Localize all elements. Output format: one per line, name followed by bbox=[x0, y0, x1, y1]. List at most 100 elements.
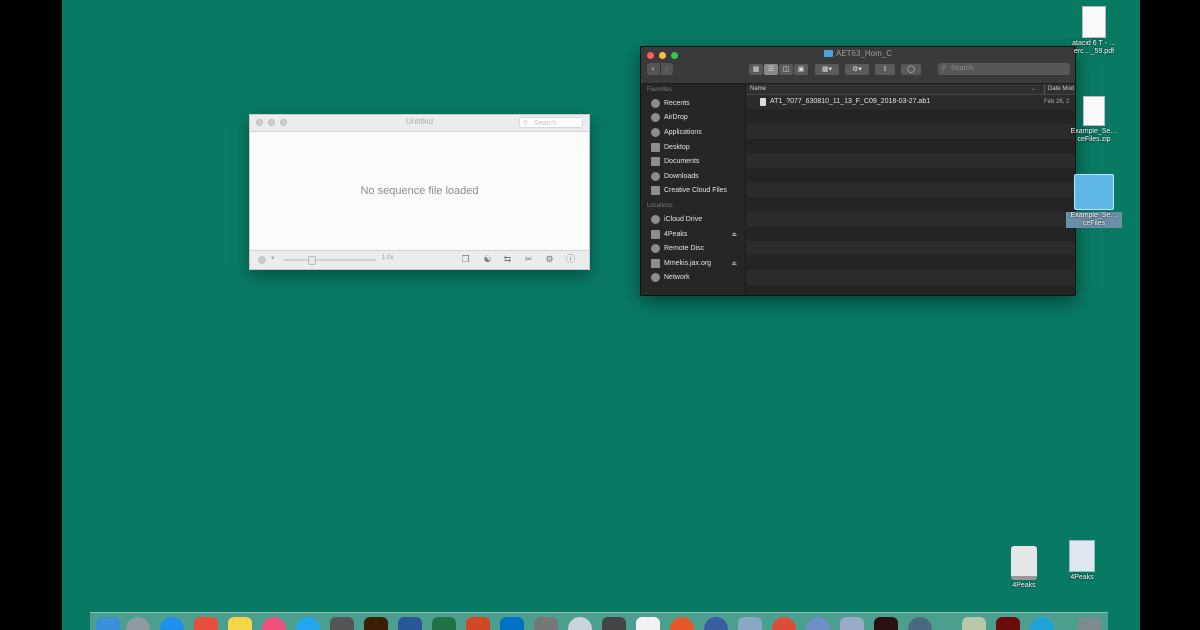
file-icon bbox=[760, 98, 766, 106]
tag-icon[interactable]: ◯ bbox=[901, 64, 921, 75]
desktop-zip-file[interactable]: Example_Se…ceFiles.zip bbox=[1066, 96, 1122, 144]
sidebar-item-recents[interactable]: Recents bbox=[641, 96, 745, 111]
list-view-button[interactable]: ☰ bbox=[764, 64, 778, 75]
finder-search-field[interactable]: ⚲ Search bbox=[938, 63, 1070, 75]
app-icon[interactable] bbox=[908, 617, 932, 630]
chrome-icon[interactable] bbox=[772, 617, 796, 630]
app-icon[interactable] bbox=[568, 617, 592, 630]
name-column-header[interactable]: Name bbox=[750, 84, 766, 94]
desktop-icon-label: Example_Se…ceFiles.zip bbox=[1070, 128, 1118, 143]
disk-image-icon bbox=[1011, 546, 1037, 580]
sidebar-item-label: Recents bbox=[664, 99, 690, 107]
app-icon[interactable] bbox=[602, 617, 626, 630]
preview-icon[interactable] bbox=[738, 617, 762, 630]
globe-icon bbox=[651, 273, 660, 283]
sidebar-item-desktop[interactable]: Desktop bbox=[641, 140, 745, 155]
sidebar-item-documents[interactable]: Documents bbox=[641, 154, 745, 169]
zoom-slider-track[interactable] bbox=[284, 259, 376, 261]
desktop-app-4peaks[interactable]: 4Peaks bbox=[1060, 540, 1104, 582]
sidebar-item-remote-disc[interactable]: Remote Disc bbox=[641, 241, 745, 256]
excel-icon[interactable] bbox=[432, 617, 456, 630]
icon-view-button[interactable]: ▦ bbox=[749, 64, 763, 75]
column-view-button[interactable]: ◫ bbox=[779, 64, 793, 75]
sidebar-item-server[interactable]: Mmekis.jax.org ⏏ bbox=[641, 256, 745, 271]
desktop-pdf-file[interactable]: atacid 6 T - …erc…_59.pdf bbox=[1066, 6, 1122, 56]
finder-sidebar: Favorites Recents AirDrop Applications D… bbox=[641, 84, 746, 295]
app-icon[interactable] bbox=[704, 617, 728, 630]
zoom-slider-knob[interactable] bbox=[308, 256, 316, 265]
forward-button[interactable]: › bbox=[659, 63, 674, 75]
acrobat-reader-icon[interactable] bbox=[996, 617, 1020, 630]
finder-toolbar: AET63_Hom_C ‹ › ▦ ☰ ◫ ▣ ▦▾ ⚙▾ ⇧ ◯ ⚲ Sear… bbox=[641, 47, 1075, 84]
sidebar-item-4peaks[interactable]: 4Peaks ⏏ bbox=[641, 227, 745, 242]
finder-window: AET63_Hom_C ‹ › ▦ ☰ ◫ ▣ ▦▾ ⚙▾ ⇧ ◯ ⚲ Sear… bbox=[640, 46, 1076, 296]
pdf-document-icon bbox=[1082, 6, 1106, 38]
sidebar-item-icloud-drive[interactable]: iCloud Drive bbox=[641, 212, 745, 227]
desktop-folder[interactable]: Example_Se…ceFiles bbox=[1066, 174, 1122, 228]
app-icon[interactable] bbox=[806, 617, 830, 630]
document-icon[interactable] bbox=[636, 617, 660, 630]
scissors-icon[interactable]: ✂ bbox=[523, 254, 534, 265]
favorites-heading: Favorites bbox=[647, 87, 672, 93]
outlook-icon[interactable] bbox=[500, 617, 524, 630]
illustrator-icon[interactable] bbox=[364, 617, 388, 630]
sidebar-item-airdrop[interactable]: AirDrop bbox=[641, 111, 745, 126]
desktop: Untitled ⚲ Search No sequence file loade… bbox=[62, 0, 1140, 630]
sidebar-item-label: Mmekis.jax.org bbox=[664, 259, 712, 267]
safari-icon[interactable] bbox=[160, 617, 184, 630]
app-icon[interactable] bbox=[840, 617, 864, 630]
sidebar-item-downloads[interactable]: Downloads bbox=[641, 169, 745, 184]
gallery-view-button[interactable]: ▣ bbox=[794, 64, 808, 75]
microphone-icon[interactable]: ☯ bbox=[482, 254, 493, 265]
finder-icon[interactable] bbox=[96, 617, 120, 630]
sequence-window-titlebar[interactable]: Untitled ⚲ Search bbox=[250, 115, 589, 132]
folder-icon bbox=[1074, 174, 1114, 210]
powerpoint-icon[interactable] bbox=[466, 617, 490, 630]
settings-icon[interactable]: ⚙ bbox=[544, 254, 555, 265]
empty-state-message: No sequence file loaded bbox=[360, 185, 479, 197]
sidebar-item-label: 4Peaks bbox=[664, 230, 688, 238]
eject-icon[interactable]: ⏏ bbox=[731, 260, 737, 267]
chevron-down-icon[interactable]: ▾ bbox=[271, 254, 275, 262]
action-gear-icon[interactable]: ⚙▾ bbox=[845, 64, 869, 75]
speed-label: 1.0x bbox=[382, 255, 394, 261]
trash-icon[interactable] bbox=[1078, 617, 1102, 630]
clock-icon bbox=[651, 98, 660, 108]
desktop-icon-label: 4Peaks bbox=[1012, 582, 1036, 589]
table-row[interactable]: AT1_?077_630810_11_13_F_C09_2018-03-27.a… bbox=[746, 95, 1075, 109]
sidebar-item-label: Creative Cloud Files bbox=[664, 187, 728, 195]
acrobat-icon[interactable] bbox=[874, 617, 898, 630]
app-icon[interactable] bbox=[1030, 617, 1054, 630]
zip-archive-icon bbox=[1083, 96, 1105, 126]
sidebar-item-applications[interactable]: Applications bbox=[641, 125, 745, 140]
app-icon[interactable] bbox=[962, 617, 986, 630]
loop-icon[interactable]: ⇆ bbox=[502, 254, 513, 265]
notes-icon[interactable] bbox=[228, 617, 252, 630]
sequence-search-field[interactable]: ⚲ Search bbox=[519, 117, 583, 128]
firefox-icon[interactable] bbox=[670, 617, 694, 630]
info-icon[interactable]: ⓘ bbox=[565, 254, 576, 265]
desktop-disk-4peaks[interactable]: 4Peaks bbox=[1002, 546, 1046, 590]
word-icon[interactable] bbox=[398, 617, 422, 630]
launchpad-icon[interactable] bbox=[126, 617, 150, 630]
file-list: Name ⌄ Date Mod AT1_?077_630810_11_13_F_… bbox=[746, 84, 1075, 295]
calendar-icon[interactable] bbox=[194, 617, 218, 630]
system-preferences-icon[interactable] bbox=[330, 617, 354, 630]
sidebar-item-label: AirDrop bbox=[664, 114, 688, 122]
eject-icon[interactable]: ⏏ bbox=[731, 231, 737, 238]
app-store-icon[interactable] bbox=[296, 617, 320, 630]
sidebar-item-network[interactable]: Network bbox=[641, 271, 745, 286]
back-forward-buttons: ‹ › bbox=[647, 63, 673, 75]
share-icon[interactable]: ⇧ bbox=[875, 64, 895, 75]
finder-search-placeholder: Search bbox=[951, 65, 974, 72]
sidebar-item-label: Network bbox=[664, 274, 690, 282]
itunes-icon[interactable] bbox=[262, 617, 286, 630]
copy-icon[interactable]: ❐ bbox=[460, 254, 471, 265]
date-column-header[interactable]: Date Mod bbox=[1044, 84, 1075, 94]
back-button[interactable]: ‹ bbox=[647, 63, 660, 75]
app-icon[interactable] bbox=[534, 617, 558, 630]
sidebar-item-creative-cloud-files[interactable]: Creative Cloud Files bbox=[641, 184, 745, 199]
record-icon[interactable] bbox=[258, 256, 266, 264]
sidebar-item-label: Downloads bbox=[664, 172, 699, 180]
group-by-button[interactable]: ▦▾ bbox=[815, 64, 839, 75]
